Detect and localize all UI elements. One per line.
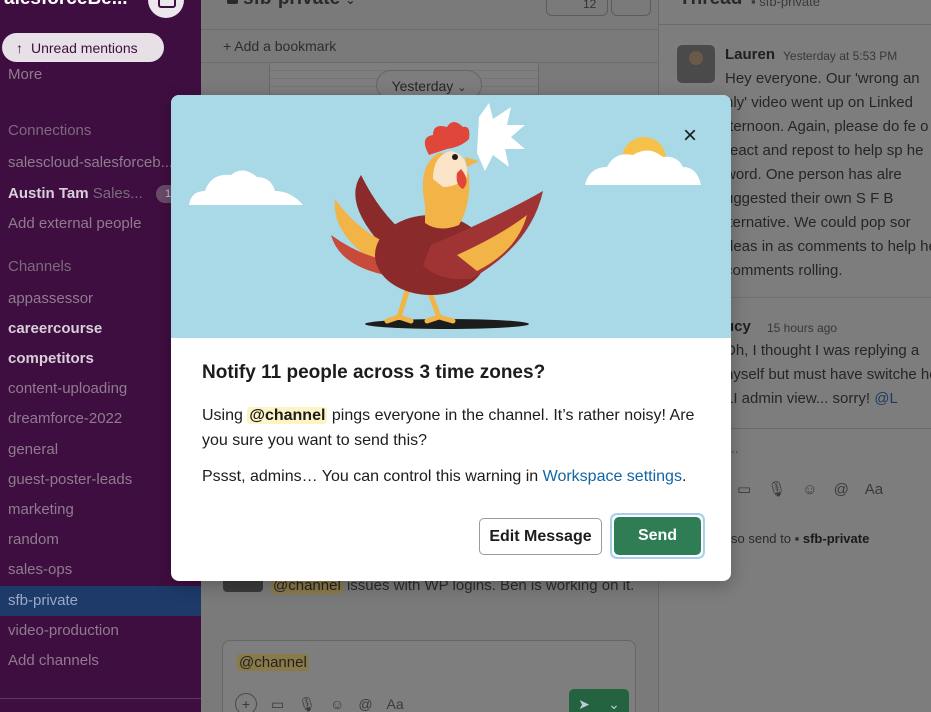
thread-timestamp[interactable]: Yesterday at 5:53 PM — [783, 49, 897, 63]
sidebar-section-connections[interactable]: Connections — [8, 122, 91, 139]
also-send-to-checkbox[interactable]: so send to ▪ sfb-private — [731, 531, 869, 546]
sidebar-divider — [0, 698, 201, 699]
notify-channel-dialog: × Notify 11 people across 3 time zones? … — [171, 95, 731, 581]
thread-header-divider — [659, 24, 931, 25]
member-count: 12 — [583, 0, 597, 11]
emoji-icon[interactable]: ☺ — [330, 696, 344, 712]
edit-message-button[interactable]: Edit Message — [479, 518, 602, 555]
members-button[interactable]: 12 — [546, 0, 608, 16]
unread-mentions-button[interactable]: ↑ Unread mentions — [2, 33, 164, 62]
microphone-icon[interactable]: 🎙︎ — [298, 696, 316, 712]
also-send-channel: sfb-private — [802, 531, 870, 546]
sidebar-item-add-external[interactable]: Add external people — [8, 215, 141, 232]
chevron-down-icon: ⌄ — [457, 82, 467, 94]
sidebar-item-sfb-private-label: sfb-private — [8, 592, 79, 609]
sidebar-item-general[interactable]: general — [8, 441, 58, 458]
sidebar-item-dm[interactable]: Austin Tam Sales... — [8, 185, 143, 202]
thread-author[interactable]: Lauren — [725, 46, 775, 63]
workspace-name[interactable]: alesforceBe... — [4, 0, 128, 10]
dm-name: Austin Tam — [8, 185, 89, 202]
chevron-down-icon: ⌄ — [345, 0, 356, 7]
add-member-button[interactable] — [611, 0, 651, 16]
channel-title-text: sfb-private — [227, 0, 340, 9]
composer-mention: @channel — [237, 654, 309, 671]
thread-channel[interactable]: ▪ sfb-private — [751, 0, 820, 9]
at-icon[interactable]: @ — [834, 481, 849, 498]
thread-channel-name: sfb-private — [759, 0, 820, 9]
dm-status: Sales... — [92, 185, 143, 202]
arrow-up-icon: ↑ — [16, 39, 23, 56]
admin-note-suffix: . — [681, 468, 687, 485]
sidebar-item-video-production[interactable]: video-production — [8, 622, 119, 639]
lock-icon: ▪ — [751, 0, 760, 9]
admin-note-text: Pssst, admins… You can control this warn… — [202, 468, 543, 485]
rooster-illustration-svg — [189, 103, 701, 329]
date-divider-label: Yesterday — [391, 78, 454, 94]
rooster-illustration — [171, 95, 731, 338]
sidebar-item-content-uploading[interactable]: content-uploading — [8, 380, 127, 397]
thread-message-body: Hey everyone. Our 'wrong an nly' video w… — [725, 70, 931, 279]
send-icon: ➤ — [578, 695, 590, 712]
sidebar-section-channels[interactable]: Channels — [8, 258, 71, 275]
message-composer[interactable]: @channel + ▭ 🎙︎ ☺ @ Aa ➤ ⌄ — [222, 640, 636, 712]
plus-icon[interactable]: + — [235, 693, 257, 712]
sidebar-item-dreamforce-2022[interactable]: dreamforce-2022 — [8, 410, 122, 427]
dialog-admin-note: Pssst, admins… You can control this warn… — [202, 468, 702, 486]
sidebar-item-guest-poster-leads[interactable]: guest-poster-leads — [8, 471, 132, 488]
chevron-down-icon[interactable]: ⌄ — [608, 696, 620, 712]
sidebar-item-competitors[interactable]: competitors — [8, 350, 94, 367]
reply-text: Dh, I thought I was replying a nyself bu… — [725, 342, 931, 407]
sidebar-item-appassessor[interactable]: appassessor — [8, 290, 93, 307]
unread-mentions-label: Unread mentions — [31, 39, 138, 56]
sidebar-item-careercourse[interactable]: careercourse — [8, 320, 102, 337]
sidebar-item-add-channels[interactable]: Add channels — [8, 652, 99, 669]
avatar[interactable] — [677, 45, 715, 83]
sidebar-item-more[interactable]: More — [8, 66, 42, 83]
dialog-body: Using @channel pings everyone in the cha… — [202, 403, 702, 453]
emoji-icon[interactable]: ☺ — [802, 481, 817, 498]
composer-toolbar: + ▭ 🎙︎ ☺ @ Aa — [235, 693, 404, 712]
sidebar-item-random[interactable]: random — [8, 531, 59, 548]
sidebar-item-sales-ops[interactable]: sales-ops — [8, 561, 72, 578]
video-icon[interactable]: ▭ — [271, 696, 284, 712]
reply-toolbar: ▭ 🎙︎ ☺ @ Aa — [737, 480, 883, 499]
reply-timestamp[interactable]: 15 hours ago — [767, 321, 837, 335]
format-icon[interactable]: Aa — [865, 481, 883, 498]
sidebar-item-connection[interactable]: salescloud-salesforceb... — [8, 154, 173, 171]
also-send-label: so send to — [731, 531, 791, 546]
channel-title[interactable]: sfb-private ⌄ — [227, 0, 355, 10]
at-icon[interactable]: @ — [358, 696, 372, 712]
close-icon[interactable]: × — [677, 123, 703, 149]
sidebar-item-marketing[interactable]: marketing — [8, 501, 74, 518]
format-icon[interactable]: Aa — [387, 696, 404, 712]
dialog-title: Notify 11 people across 3 time zones? — [202, 362, 546, 383]
video-icon[interactable]: ▭ — [737, 480, 751, 498]
channel-header: sfb-private ⌄ 12 — [201, 0, 658, 28]
user-mention-link[interactable]: @L — [874, 390, 898, 407]
workspace-settings-link[interactable]: Workspace settings — [543, 468, 682, 485]
composer-send-button[interactable]: ➤ ⌄ — [569, 689, 629, 712]
reply-message-body: Dh, I thought I was replying a nyself bu… — [725, 339, 931, 411]
compose-icon[interactable] — [148, 0, 184, 18]
send-button[interactable]: Send — [614, 517, 701, 555]
composer-input[interactable]: @channel — [237, 654, 309, 671]
channel-mention-chip: @channel — [247, 407, 328, 424]
microphone-icon[interactable]: 🎙︎ — [767, 480, 786, 498]
add-bookmark-button[interactable]: + Add a bookmark — [201, 29, 658, 63]
dialog-body-prefix: Using — [202, 407, 248, 424]
lock-icon: ▪ — [794, 531, 800, 546]
thread-title: Thread — [679, 0, 742, 10]
